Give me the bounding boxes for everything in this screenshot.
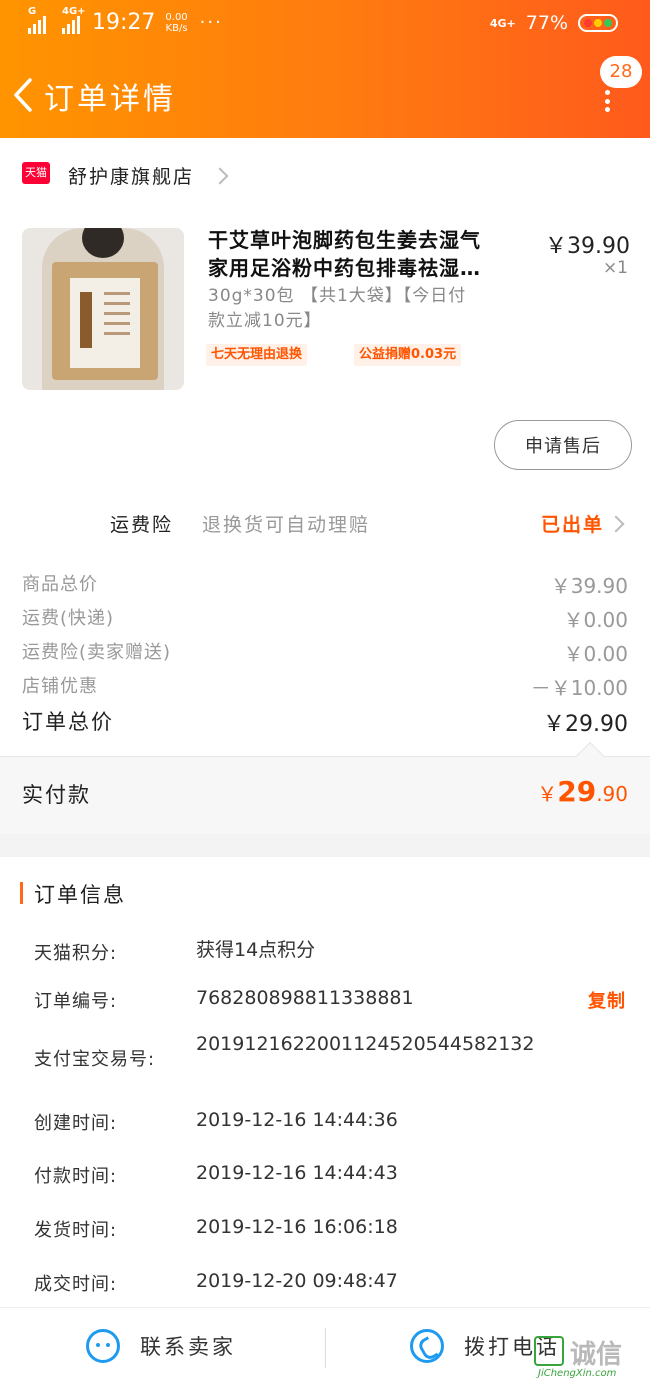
- fee-row-discount: 店铺优惠 －￥10.00: [0, 670, 650, 704]
- signal-icon: G: [28, 6, 46, 34]
- status-bar: G 4G+ 19:27 0.00 KB/s ··· 4G+ 77%: [0, 0, 650, 50]
- info-label: 订单编号:: [34, 991, 118, 1012]
- section-accent-bar: [20, 882, 23, 904]
- info-label: 支付宝交易号:: [34, 1049, 156, 1070]
- order-card: 天猫 舒护康旗舰店 干艾草叶泡脚药包生姜去湿气 家用足浴粉中药包排毒祛湿… ￥3…: [0, 138, 650, 834]
- phone-icon: [410, 1329, 444, 1363]
- info-label: 创建时间:: [34, 1113, 118, 1134]
- fee-row-shipping: 运费(快递) ￥0.00: [0, 602, 650, 636]
- info-value: 获得14点积分: [196, 939, 316, 961]
- product-price: ￥39.90: [545, 234, 630, 259]
- info-label: 成交时间:: [34, 1274, 118, 1295]
- order-total-row: 订单总价 ￥29.90: [0, 704, 650, 738]
- speed-unit: KB/s: [165, 22, 188, 34]
- fee-value: ￥0.00: [563, 642, 628, 666]
- watermark-url: JiChengXin.com: [538, 1368, 617, 1379]
- charity-tag: 公益捐赠0.03元: [354, 344, 462, 366]
- battery-percent: 77%: [525, 12, 568, 34]
- info-value: 2019-12-16 16:06:18: [196, 1216, 398, 1238]
- order-total-value: ￥29.90: [543, 712, 628, 737]
- product-image[interactable]: [22, 228, 184, 390]
- speed-value: 0.00: [165, 11, 188, 23]
- divider: [325, 1328, 326, 1368]
- chat-icon: [86, 1329, 120, 1363]
- header-bar: G 4G+ 19:27 0.00 KB/s ··· 4G+ 77% 订单详情 2…: [0, 0, 650, 138]
- battery-icon: [578, 14, 618, 32]
- apply-after-sale-button[interactable]: 申请售后: [494, 420, 632, 470]
- fee-label: 商品总价: [22, 574, 98, 595]
- info-label: 天猫积分:: [34, 943, 118, 964]
- network-type-label: G: [28, 5, 37, 17]
- actual-payment-label: 实付款: [22, 783, 91, 807]
- back-arrow-icon[interactable]: [12, 78, 34, 112]
- battery-dot-red: [584, 19, 592, 27]
- page-title: 订单详情: [44, 82, 176, 117]
- shop-name[interactable]: 舒护康旗舰店: [68, 162, 194, 189]
- fee-row-insurance: 运费险(卖家赠送) ￥0.00: [0, 636, 650, 670]
- copy-order-number-button[interactable]: 复制: [588, 987, 626, 1013]
- product-quantity: ×1: [602, 258, 628, 278]
- fee-label: 店铺优惠: [22, 676, 98, 697]
- network-type-label-2: 4G+: [62, 5, 86, 17]
- payment-decimal: .90: [596, 782, 628, 806]
- fee-value: ￥0.00: [563, 608, 628, 632]
- status-time: 19:27: [92, 10, 156, 35]
- info-value: 2019-12-16 14:44:43: [196, 1162, 398, 1184]
- tmall-logo-icon: 天猫: [22, 162, 50, 184]
- more-menu-icon[interactable]: [601, 90, 613, 112]
- message-count-badge[interactable]: 28: [600, 56, 642, 88]
- battery-dot-green: [604, 19, 612, 27]
- payment-integer: 29: [557, 775, 597, 808]
- network-speed: 0.00 KB/s: [165, 12, 187, 34]
- insurance-status: 已出单: [540, 514, 604, 536]
- more-notifications-icon: ···: [199, 12, 223, 33]
- fee-label: 运费(快递): [22, 608, 115, 629]
- actual-payment-box: 实付款 ￥29.90: [0, 741, 650, 834]
- order-info-card: 订单信息 天猫积分: 获得14点积分 订单编号: 768280898811338…: [0, 857, 650, 1307]
- network-4g-icon: 4G+: [489, 16, 516, 30]
- pointer-arrow: [575, 741, 605, 771]
- chevron-right-icon: [607, 515, 625, 533]
- fee-row-goods-total: 商品总价 ￥39.90: [0, 568, 650, 602]
- signal-icon-2: 4G+: [62, 6, 86, 34]
- product-spec: 30g*30包 【共1大袋】【今日付 款立减10元】: [208, 286, 467, 331]
- info-label: 付款时间:: [34, 1166, 118, 1187]
- info-value: 768280898811338881: [196, 987, 414, 1009]
- watermark-text: 诚信: [570, 1340, 623, 1370]
- contact-seller-label: 联系卖家: [140, 1335, 236, 1359]
- shop-row[interactable]: 天猫 舒护康旗舰店: [0, 138, 650, 212]
- order-info-title: 订单信息: [34, 883, 126, 907]
- contact-seller-button[interactable]: 联系卖家: [86, 1324, 236, 1368]
- actual-payment-value: ￥29.90: [537, 775, 628, 808]
- fee-value: －￥10.00: [530, 676, 628, 700]
- watermark-logo-icon: [534, 1336, 564, 1366]
- return-policy-tag: 七天无理由退换: [206, 344, 308, 366]
- site-watermark: 诚信 JiChengXin.com: [534, 1334, 646, 1382]
- product-title[interactable]: 干艾草叶泡脚药包生姜去湿气 家用足浴粉中药包排毒祛湿…: [208, 226, 520, 282]
- insurance-label: 运费险: [110, 514, 174, 536]
- info-value: 2019-12-20 09:48:47: [196, 1270, 398, 1292]
- fee-value: ￥39.90: [550, 574, 628, 598]
- chevron-right-icon: [211, 167, 229, 185]
- shipping-insurance-row[interactable]: 运费险 退换货可自动理赔 已出单: [0, 498, 650, 548]
- fee-label: 运费险(卖家赠送): [22, 642, 172, 663]
- info-value: 2019121622001124520544582132: [196, 1033, 535, 1055]
- info-value: 2019-12-16 14:44:36: [196, 1109, 398, 1131]
- info-label: 发货时间:: [34, 1220, 118, 1241]
- order-total-label: 订单总价: [22, 710, 114, 734]
- currency-symbol: ￥: [537, 782, 558, 806]
- insurance-description: 退换货可自动理赔: [202, 514, 371, 536]
- battery-dot-yellow: [594, 19, 602, 27]
